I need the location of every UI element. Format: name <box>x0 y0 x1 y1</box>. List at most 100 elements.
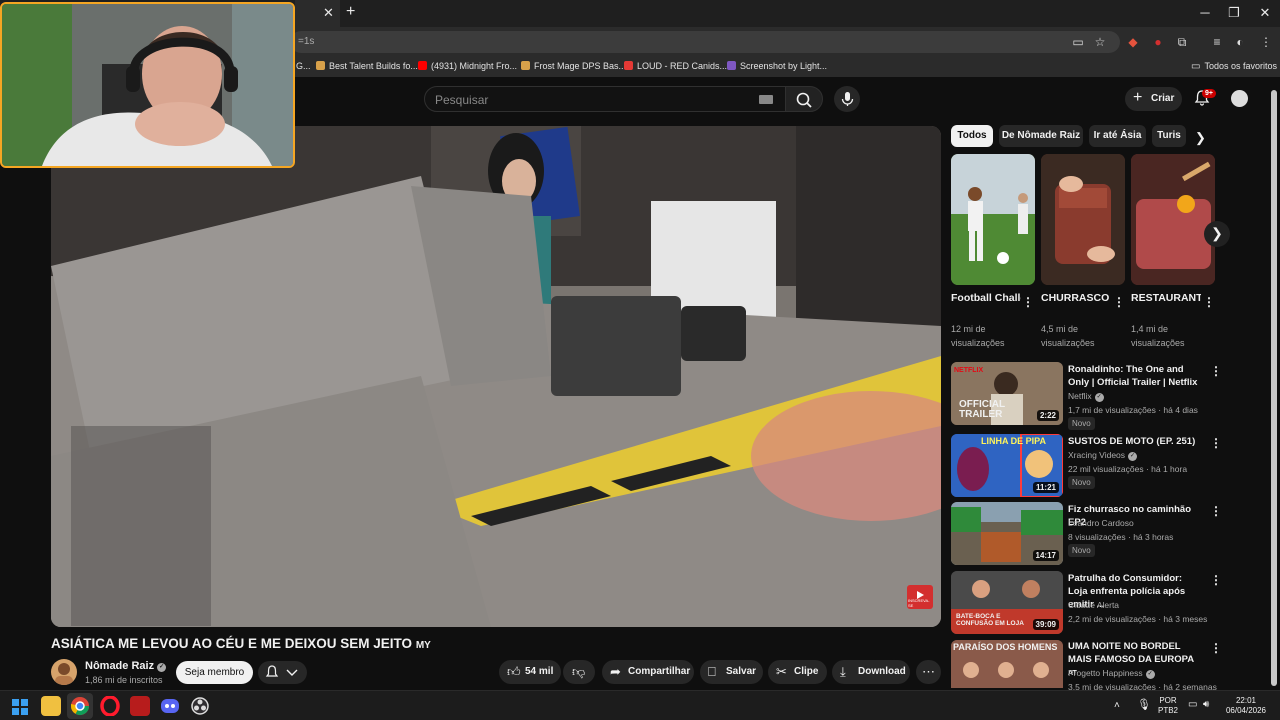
clip-button[interactable]: ✂ Clipe <box>768 660 827 684</box>
media-app-icon[interactable] <box>130 696 150 716</box>
network-icon[interactable]: ▭ <box>1188 700 1197 710</box>
channel-avatar[interactable] <box>51 659 77 685</box>
chip-channel[interactable]: De Nômade Raiz <box>999 125 1083 147</box>
minimize-icon[interactable]: ─ <box>1190 5 1220 20</box>
new-badge: Novo <box>1068 544 1095 557</box>
chrome-icon[interactable] <box>70 696 90 716</box>
cast-icon[interactable]: ▭ <box>1070 35 1086 49</box>
profile-icon[interactable]: ◐ <box>1232 35 1248 49</box>
short-views: 4,5 mi de visualizações <box>1041 324 1095 348</box>
close-window-icon[interactable]: ✕ <box>1250 5 1280 21</box>
maximize-icon[interactable]: ❐ <box>1219 5 1249 21</box>
thumbnail-text: PARAÍSO DOS HOMENS <box>953 642 1058 652</box>
video-title-link[interactable]: SUSTOS DE MOTO (EP. 251) <box>1068 435 1203 448</box>
chevron-right-icon[interactable]: ❯ <box>1195 130 1206 146</box>
share-button[interactable]: ➦ Compartilhar <box>602 660 694 684</box>
chevron-down-icon <box>286 669 298 676</box>
chevron-up-icon[interactable]: ˄ <box>1114 701 1120 711</box>
channel-name[interactable]: Netflix ✓ <box>1068 391 1104 402</box>
dislike-button[interactable]: 👎︎ <box>563 660 595 684</box>
short-title[interactable]: CHURRASCO AMERICAN... <box>1041 291 1111 305</box>
shorts-next-button[interactable]: ❯ <box>1204 221 1230 247</box>
more-actions-button[interactable]: ⋯ <box>916 660 941 684</box>
channel-name[interactable]: Xracing Videos ✓ <box>1068 450 1138 461</box>
obs-icon[interactable] <box>190 696 210 716</box>
keyboard-layout: PTB2 <box>1157 706 1178 715</box>
like-button[interactable]: 👍︎ 54 mil <box>499 660 561 684</box>
more-vertical-icon[interactable]: ⋮ <box>1210 364 1222 378</box>
short-views: 12 mi de visualizações <box>951 324 1005 348</box>
user-avatar[interactable] <box>1231 90 1248 107</box>
more-vertical-icon[interactable]: ⋮ <box>1022 295 1034 309</box>
extension-fox-icon[interactable]: ◆ <box>1125 35 1141 49</box>
bookmark-item[interactable]: (4931) Midnight Fro... <box>418 61 517 71</box>
microphone-icon[interactable]: 🎙︎ <box>1137 700 1151 711</box>
subscriber-count: 1,86 mi de inscritos <box>85 675 163 685</box>
bookmark-star-icon[interactable]: ☆ <box>1092 35 1108 49</box>
page-scrollbar[interactable] <box>1271 90 1277 686</box>
short-thumbnail[interactable] <box>1041 154 1125 285</box>
chip-turismo[interactable]: Turis <box>1152 125 1186 147</box>
notification-count-badge: 9+ <box>1202 89 1216 98</box>
search-button[interactable] <box>785 86 823 112</box>
video-duration: 2:22 <box>1036 410 1059 421</box>
discord-icon[interactable] <box>160 696 180 716</box>
bookmark-item[interactable]: Best Talent Builds fo... <box>316 61 418 71</box>
more-vertical-icon[interactable]: ⋮ <box>1210 436 1222 450</box>
video-thumbnail[interactable]: NETFLIX OFFICIAL TRAILER 2:22 <box>951 362 1063 425</box>
video-thumbnail[interactable]: PARAÍSO DOS HOMENS <box>951 640 1063 688</box>
search-icon <box>796 92 812 108</box>
channel-name[interactable]: Leandro Cardoso <box>1068 518 1134 528</box>
volume-icon[interactable]: 🔊︎ <box>1203 700 1209 710</box>
keyboard-icon[interactable] <box>759 95 773 104</box>
short-title[interactable]: Football Challenge ... <box>951 291 1021 305</box>
download-button[interactable]: ⤓ Download <box>832 660 910 684</box>
channel-name[interactable]: Progetto Happiness ✓ <box>1068 668 1155 679</box>
more-vertical-icon[interactable]: ⋮ <box>1113 295 1125 309</box>
more-vertical-icon[interactable]: ⋮ <box>1210 504 1222 518</box>
short-thumbnail[interactable] <box>951 154 1035 285</box>
browser-menu-icon[interactable]: ⋮ <box>1258 35 1274 49</box>
address-bar[interactable] <box>290 31 1120 53</box>
save-bookmark-icon: ⎕ <box>708 664 716 679</box>
file-explorer-icon[interactable] <box>41 696 61 716</box>
windows-start-icon[interactable] <box>12 699 28 715</box>
more-vertical-icon[interactable]: ⋮ <box>1210 641 1222 655</box>
channel-name[interactable]: Nômade Raiz ✓ <box>85 660 167 672</box>
extension-record-icon[interactable]: ● <box>1150 35 1166 49</box>
microphone-icon <box>841 92 854 106</box>
short-title[interactable]: RESTAURANTE de ... <box>1131 291 1201 305</box>
extensions-icon[interactable]: ⧉ <box>1174 35 1190 50</box>
more-vertical-icon[interactable]: ⋮ <box>1210 573 1222 587</box>
new-tab-icon[interactable]: + <box>346 3 355 21</box>
bookmark-item[interactable]: Frost Mage DPS Bas... <box>521 61 626 71</box>
bookmark-item[interactable]: G... <box>296 61 311 71</box>
clock[interactable]: 22:01 06/04/2026 <box>1222 696 1270 716</box>
more-vertical-icon[interactable]: ⋮ <box>1203 295 1215 309</box>
svg-text:NETFLIX: NETFLIX <box>954 367 983 374</box>
subscription-bell-button[interactable] <box>258 661 307 684</box>
channel-watermark-icon[interactable]: INSCREVA-SE <box>907 585 933 609</box>
video-thumbnail[interactable]: LINHA DE PIPA 11:21 <box>951 434 1063 497</box>
voice-search-button[interactable] <box>834 86 860 112</box>
input-language[interactable]: POR PTB2 <box>1156 696 1180 716</box>
search-placeholder: Pesquisar <box>435 93 489 107</box>
join-button[interactable]: Seja membro <box>176 661 253 684</box>
media-control-icon[interactable]: ≡ <box>1209 35 1225 49</box>
chip-all[interactable]: Todos <box>951 125 993 147</box>
chip-asia[interactable]: Ir até Ásia <box>1089 125 1146 147</box>
video-thumbnail[interactable]: 14:17 <box>951 502 1063 565</box>
bookmark-item[interactable]: Screenshot by Light... <box>727 61 827 71</box>
short-thumbnail[interactable] <box>1131 154 1215 285</box>
save-button[interactable]: ⎕ Salvar <box>700 660 763 684</box>
channel-name[interactable]: Cidade Alerta <box>1068 600 1119 610</box>
all-bookmarks[interactable]: ▭ Todos os favoritos <box>1191 61 1277 72</box>
video-thumbnail[interactable]: BATE-BOCA E CONFUSÃO EM LOJA 39:09 <box>951 571 1063 634</box>
bookmark-item[interactable]: LOUD - RED Canids... <box>624 61 727 71</box>
search-input[interactable]: Pesquisar <box>424 86 786 112</box>
video-player[interactable]: INSCREVA-SE <box>51 126 941 627</box>
close-tab-icon[interactable]: ✕ <box>323 5 334 21</box>
video-title-link[interactable]: Ronaldinho: The One and Only | Official … <box>1068 363 1203 389</box>
opera-icon[interactable] <box>100 696 120 716</box>
create-button[interactable]: + Criar <box>1125 87 1182 111</box>
